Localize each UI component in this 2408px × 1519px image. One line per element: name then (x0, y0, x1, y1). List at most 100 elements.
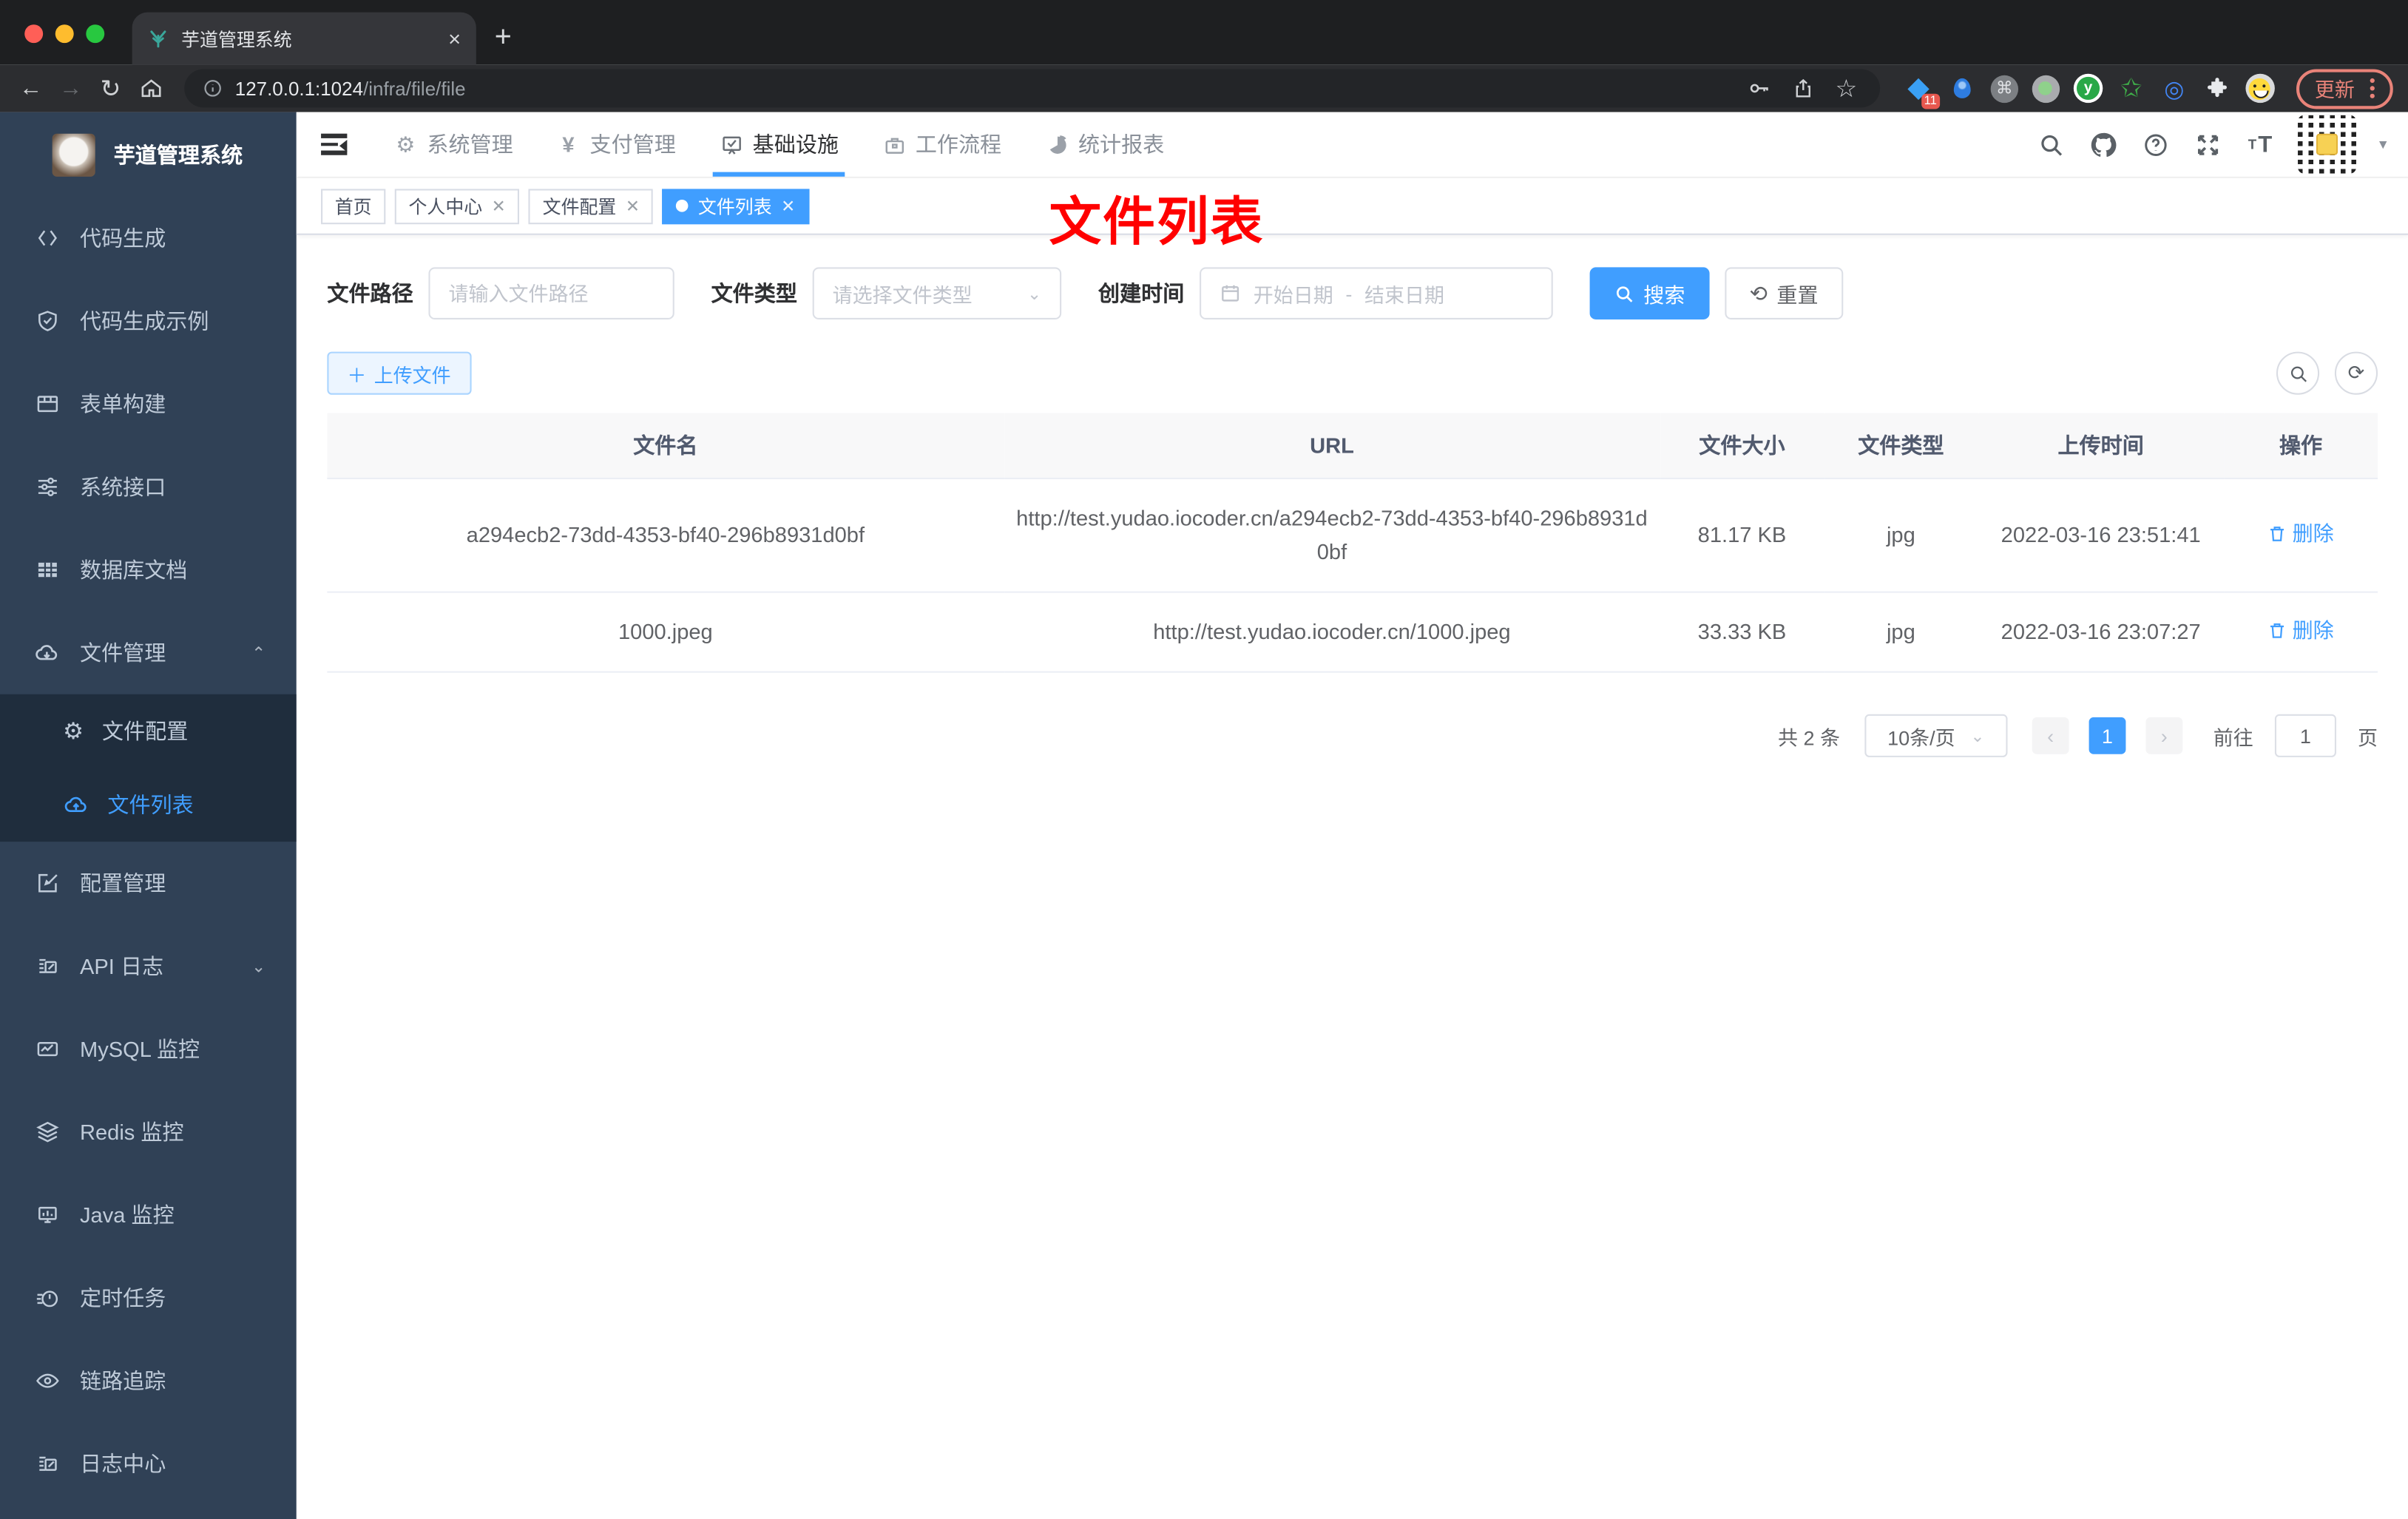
file-type-select[interactable]: 请选择文件类型 ⌄ (812, 267, 1062, 319)
sidebar-item-file-list[interactable]: 文件列表 (0, 768, 297, 842)
sidebar-item-tracing[interactable]: 链路追踪 (0, 1339, 297, 1422)
bookmark-star-icon[interactable]: ☆ (1831, 73, 1862, 104)
extension-command-icon[interactable]: ⌘ (1990, 74, 2019, 103)
chrome-update-button[interactable]: 更新 (2296, 68, 2393, 109)
file-manage-submenu: ⚙ 文件配置 文件列表 (0, 694, 297, 842)
sidebar-item-config-manage[interactable]: 配置管理 (0, 842, 297, 924)
extension-record-icon[interactable] (2032, 74, 2060, 103)
site-info-icon[interactable] (203, 78, 223, 98)
tab-workflow[interactable]: 工作流程 (882, 112, 1001, 177)
close-icon[interactable]: ✕ (626, 196, 640, 216)
sidebar-item-code-gen[interactable]: 代码生成 (0, 197, 297, 280)
sidebar-item-log-center[interactable]: 日志中心 (0, 1422, 297, 1505)
tag-file-list[interactable]: 文件列表 ✕ (663, 188, 809, 224)
page-number-current[interactable]: 1 (2089, 717, 2126, 755)
github-icon[interactable] (2089, 129, 2118, 158)
sidebar-item-scheduled-jobs[interactable]: 定时任务 (0, 1256, 297, 1339)
cloud-download-icon (34, 640, 60, 666)
page-size-select[interactable]: 10条/页 ⌄ (1864, 714, 2008, 758)
end-date-placeholder[interactable]: 结束日期 (1364, 279, 1444, 308)
goto-page-input[interactable]: 1 (2274, 714, 2336, 758)
new-tab-button[interactable]: + (495, 21, 512, 55)
file-path-input[interactable] (428, 267, 674, 319)
window-controls[interactable] (24, 24, 105, 44)
back-icon[interactable]: ← (16, 75, 47, 101)
tab-system-manage[interactable]: ⚙ 系统管理 (393, 112, 513, 177)
home-icon[interactable] (135, 73, 166, 104)
extension-diamond-icon[interactable]: 11 (1904, 74, 1941, 109)
tab-close-icon[interactable]: × (448, 27, 461, 49)
tag-home[interactable]: 首页 (321, 188, 386, 224)
search-button[interactable]: 搜索 (1589, 267, 1710, 319)
gear-icon: ⚙ (396, 131, 416, 156)
start-date-placeholder[interactable]: 开始日期 (1254, 279, 1333, 308)
fullscreen-icon[interactable] (2194, 129, 2222, 158)
extension-balloon-icon[interactable] (1947, 74, 1976, 103)
sidebar-item-system-api[interactable]: 系统接口 (0, 445, 297, 528)
table-header-row: 文件名 URL 文件大小 文件类型 上传时间 操作 (327, 413, 2378, 479)
page-unit-label: 页 (2358, 726, 2378, 750)
top-nav: ⚙ 系统管理 ¥ 支付管理 基础设施 工作流程 统计报表 (393, 112, 1164, 177)
update-label: 更新 (2314, 78, 2355, 102)
date-range-input[interactable]: 开始日期 - 结束日期 (1200, 267, 1553, 319)
log-edit-icon (34, 953, 60, 979)
sidebar-item-java-monitor[interactable]: Java 监控 (0, 1174, 297, 1256)
prev-page-button[interactable]: ‹ (2032, 717, 2069, 755)
close-icon[interactable]: ✕ (781, 196, 795, 216)
mysql-monitor-icon (34, 1036, 60, 1062)
avatar[interactable] (2297, 115, 2356, 174)
extension-eye-icon[interactable]: ◎ (2160, 74, 2188, 103)
form-table-icon (34, 391, 60, 417)
help-icon[interactable] (2141, 129, 2170, 158)
extensions-puzzle-icon[interactable] (2202, 74, 2231, 103)
password-key-icon[interactable] (1745, 73, 1776, 104)
upload-file-button[interactable]: ＋ 上传文件 (327, 351, 471, 395)
sidebar-item-file-manage[interactable]: 文件管理 ⌃ (0, 612, 297, 694)
tag-profile[interactable]: 个人中心 ✕ (394, 188, 520, 224)
sidebar-item-db-doc[interactable]: 数据库文档 (0, 528, 297, 611)
annotation-file-list: 文件列表 (1049, 193, 1265, 252)
sidebar-item-file-config[interactable]: ⚙ 文件配置 (0, 694, 297, 768)
tag-file-config[interactable]: 文件配置 ✕ (528, 188, 654, 224)
browser-tab[interactable]: 芋道管理系统 × (132, 12, 476, 65)
logo-image (52, 132, 95, 176)
forward-icon[interactable]: → (55, 75, 87, 101)
tab-infrastructure[interactable]: 基础设施 (712, 112, 845, 177)
sidebar-item-mysql-monitor[interactable]: MySQL 监控 (0, 1007, 297, 1090)
avatar-caret-down-icon[interactable]: ▾ (2379, 136, 2387, 153)
delete-button[interactable]: 删除 (2267, 517, 2334, 550)
app-window: 芋道管理系统 代码生成 代码生成示例 表单构建 系统接口 数据库文档 文件管理 … (0, 112, 2408, 1519)
font-size-icon[interactable]: TT (2245, 129, 2274, 158)
zoom-window-button[interactable] (86, 24, 105, 44)
sidebar-item-api-log[interactable]: API 日志 ⌄ (0, 924, 297, 1007)
sidebar-item-form-builder[interactable]: 表单构建 (0, 362, 297, 445)
chevron-up-icon: ⌃ (251, 644, 266, 663)
close-icon[interactable]: ✕ (492, 196, 506, 216)
chevron-down-icon: ⌄ (1970, 728, 1985, 747)
reset-button[interactable]: ⟲ 重置 (1725, 267, 1843, 319)
toggle-search-button[interactable] (2276, 351, 2320, 395)
close-window-button[interactable] (24, 24, 44, 44)
browser-menu-icon[interactable] (2370, 78, 2375, 98)
tab-pay-manage[interactable]: ¥ 支付管理 (556, 112, 675, 177)
profile-emoji-icon[interactable] (2245, 73, 2275, 104)
sidebar-item-redis-monitor[interactable]: Redis 监控 (0, 1091, 297, 1174)
sidebar-logo[interactable]: 芋道管理系统 (0, 112, 297, 197)
url-bar[interactable]: 127.0.0.1:1024/infra/file/file ☆ (184, 69, 1881, 108)
java-monitor-icon (34, 1202, 60, 1228)
delete-button[interactable]: 删除 (2267, 614, 2334, 647)
minimize-window-button[interactable] (55, 24, 74, 44)
tab-statistics[interactable]: 统计报表 (1044, 112, 1164, 177)
sidebar-item-code-gen-demo[interactable]: 代码生成示例 (0, 280, 297, 362)
extension-star-icon[interactable]: ✩ (2117, 74, 2145, 103)
search-icon[interactable] (2037, 129, 2066, 158)
tab-title: 芋道管理系统 (181, 28, 292, 50)
collapse-sidebar-icon[interactable] (321, 133, 348, 155)
main-area: ⚙ 系统管理 ¥ 支付管理 基础设施 工作流程 统计报表 T T ▾ 首页 个人… (296, 112, 2408, 1519)
share-icon[interactable] (1788, 73, 1819, 104)
next-page-button[interactable]: › (2145, 717, 2183, 755)
refresh-table-button[interactable]: ⟳ (2334, 351, 2378, 395)
reload-icon[interactable]: ↻ (95, 73, 126, 104)
url-text[interactable]: 127.0.0.1:1024/infra/file/file (235, 78, 1733, 99)
extension-y-icon[interactable]: y (2073, 73, 2103, 104)
